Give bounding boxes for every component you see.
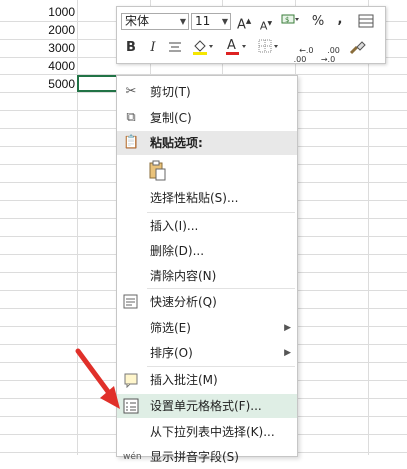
font-name-value: 宋体 <box>125 14 150 28</box>
borders-icon <box>258 39 278 53</box>
menu-item-label: 选择性粘贴(S)... <box>150 191 239 205</box>
grow-font-label: A <box>237 17 246 33</box>
grow-font-button[interactable]: A▲ <box>237 13 251 33</box>
menu-item-quick-analysis[interactable]: 快速分析(Q) <box>117 290 297 314</box>
font-name-box[interactable]: 宋体 ▼ <box>121 13 189 30</box>
menu-item-format-cells[interactable]: 设置单元格格式(F)... <box>117 394 297 418</box>
menu-item-paste-special[interactable]: 选择性粘贴(S)... <box>117 186 297 210</box>
cell-a4[interactable]: 4000 <box>0 58 75 75</box>
paintbrush-icon <box>349 41 366 55</box>
menu-item-label: 粘贴选项: <box>150 136 203 150</box>
comma-style-button[interactable]: , <box>335 11 345 28</box>
context-menu: ✂ 剪切(T) ⧉ 复制(C) 📋 粘贴选项: 选择性粘贴(S)... 插入(I… <box>116 75 298 464</box>
submenu-arrow-icon: ▶ <box>284 348 291 358</box>
italic-label: I <box>150 40 156 55</box>
menu-item-label: 从下拉列表中选择(K)... <box>150 425 275 439</box>
menu-item-pick-from-list[interactable]: 从下拉列表中选择(K)... <box>117 420 297 444</box>
copy-icon: ⧉ <box>126 110 136 125</box>
format-painter-grid-button[interactable] <box>357 13 375 34</box>
menu-item-clear-contents[interactable]: 清除内容(N) <box>117 264 297 288</box>
menu-item-insert-comment[interactable]: 插入批注(M) <box>117 368 297 392</box>
menu-item-label: 插入(I)... <box>150 219 199 233</box>
menu-item-sort[interactable]: 排序(O) ▶ <box>117 341 297 365</box>
menu-item-label: 显示拼音字段(S) <box>150 450 239 464</box>
percent-button[interactable]: % <box>311 13 325 30</box>
phonetic-icon: wén <box>123 452 142 462</box>
grid-col-line <box>77 0 78 455</box>
increase-decimal-button[interactable]: ←.0 .00 <box>289 37 314 73</box>
font-size-value: 11 <box>195 14 211 28</box>
chevron-down-icon: ▼ <box>221 17 228 26</box>
cell-a2[interactable]: 2000 <box>0 22 75 39</box>
submenu-arrow-icon: ▶ <box>284 323 291 333</box>
decrease-decimal-label: .00 →.0 <box>320 46 340 64</box>
borders-button[interactable] <box>257 37 281 62</box>
accounting-format-icon: $ <box>281 14 299 24</box>
decrease-decimal-button[interactable]: .00 →.0 <box>317 37 340 73</box>
format-cells-icon <box>123 398 139 414</box>
table-icon <box>358 14 374 28</box>
svg-text:$: $ <box>285 16 289 24</box>
menu-item-show-phonetic[interactable]: wén 显示拼音字段(S) <box>117 445 297 469</box>
menu-item-label: 筛选(E) <box>150 321 191 335</box>
menu-item-label: 插入批注(M) <box>150 373 218 387</box>
fill-color-button[interactable] <box>191 37 215 62</box>
cell-a3[interactable]: 3000 <box>0 40 75 57</box>
menu-item-label: 设置单元格格式(F)... <box>150 399 262 413</box>
mini-toolbar: 宋体 ▼ 11 ▼ A▲ A▼ $ % , B I A ←.0 .00 .00 … <box>116 6 386 64</box>
format-painter-button[interactable] <box>347 37 367 62</box>
bold-label: B <box>126 40 136 55</box>
quick-analysis-icon <box>123 294 139 310</box>
menu-item-label: 清除内容(N) <box>150 269 217 283</box>
menu-item-label: 排序(O) <box>150 346 193 360</box>
chevron-down-icon: ▼ <box>179 17 186 26</box>
menu-item-label: 复制(C) <box>150 111 192 125</box>
menu-item-label: 快速分析(Q) <box>150 295 217 309</box>
align-center-button[interactable] <box>167 40 183 59</box>
menu-separator <box>147 366 295 367</box>
italic-button[interactable]: I <box>147 39 159 56</box>
shrink-font-button[interactable]: A▼ <box>259 15 273 35</box>
cell-a1[interactable]: 1000 <box>0 4 75 21</box>
font-color-label: A <box>227 38 236 53</box>
align-center-icon <box>169 42 181 52</box>
fill-bucket-icon <box>193 40 213 55</box>
increase-decimal-label: ←.0 .00 <box>293 46 314 64</box>
font-color-button[interactable]: A <box>225 37 249 62</box>
menu-item-delete[interactable]: 删除(D)... <box>117 239 297 263</box>
menu-item-filter[interactable]: 筛选(E) ▶ <box>117 316 297 340</box>
percent-label: % <box>311 14 325 29</box>
menu-separator <box>147 288 295 289</box>
grid-col-line <box>368 0 369 455</box>
menu-item-cut[interactable]: ✂ 剪切(T) <box>117 80 297 104</box>
menu-header-paste-options: 📋 粘贴选项: <box>117 131 297 155</box>
clipboard-icon <box>149 160 166 181</box>
scissors-icon: ✂ <box>125 84 137 99</box>
font-size-box[interactable]: 11 ▼ <box>191 13 231 30</box>
menu-item-label: 删除(D)... <box>150 244 205 258</box>
paste-icon: 📋 <box>123 135 140 150</box>
comma-label: , <box>337 12 343 27</box>
menu-item-label: 剪切(T) <box>150 85 191 99</box>
cell-a5[interactable]: 5000 <box>0 76 75 93</box>
menu-separator <box>147 212 295 213</box>
menu-item-insert[interactable]: 插入(I)... <box>117 214 297 238</box>
bold-button[interactable]: B <box>125 39 137 56</box>
comment-icon <box>123 372 139 389</box>
paste-option-button[interactable] <box>148 160 168 182</box>
accounting-format-button[interactable]: $ <box>279 12 301 33</box>
menu-item-copy[interactable]: ⧉ 复制(C) <box>117 106 297 130</box>
